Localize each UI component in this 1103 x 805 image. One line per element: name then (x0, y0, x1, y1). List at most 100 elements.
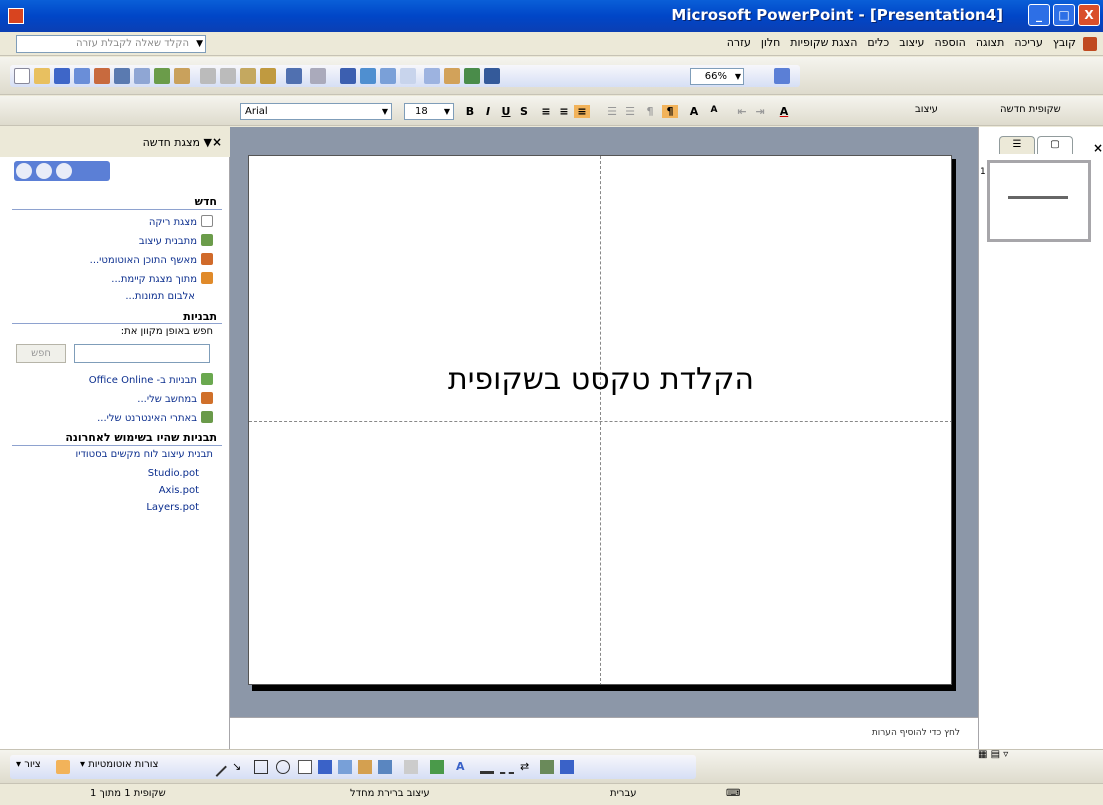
chevron-down-icon[interactable]: ▼ (444, 104, 450, 119)
rectangle-icon[interactable] (254, 760, 268, 774)
insert-hyperlink-icon[interactable] (400, 68, 416, 84)
autoshapes-button[interactable]: צורות אוטומטיות ▾ (80, 759, 158, 770)
menu-tools[interactable]: כלים (862, 35, 894, 50)
link-recent-layers[interactable]: Layers.pot (146, 502, 199, 513)
zoom-box[interactable]: 66% ▼ (690, 68, 744, 85)
template-search-input[interactable] (74, 344, 210, 363)
slide-thumbnail[interactable] (987, 160, 1091, 242)
research-icon[interactable] (174, 68, 190, 84)
copy-icon[interactable] (220, 68, 236, 84)
bold-icon[interactable]: B (462, 105, 478, 118)
wordart-icon[interactable] (318, 760, 332, 774)
forward-icon[interactable] (36, 163, 52, 179)
align-center-icon[interactable]: ≡ (556, 105, 572, 118)
link-recent-studio[interactable]: Studio.pot (148, 468, 199, 479)
decrease-font-icon[interactable]: A (706, 105, 722, 115)
maximize-button[interactable]: □ (1053, 4, 1075, 26)
show-formatting-icon[interactable] (444, 68, 460, 84)
menu-help[interactable]: עזרה (722, 35, 756, 50)
font-size-select[interactable]: 18 ▼ (404, 103, 454, 120)
increase-indent-icon[interactable]: ⇥ (752, 105, 768, 118)
open-icon[interactable] (34, 68, 50, 84)
undo-icon[interactable] (286, 68, 302, 84)
redo-icon[interactable] (310, 68, 326, 84)
menu-format[interactable]: עיצוב (894, 35, 929, 50)
cut-icon[interactable] (200, 68, 216, 84)
rtl-icon[interactable]: ¶ (662, 105, 678, 118)
slide-canvas[interactable]: הקלדת טקסט בשקופית (248, 155, 952, 685)
new-slide-button[interactable]: שקופית חדשה (1000, 104, 1061, 115)
back-icon[interactable] (16, 163, 32, 179)
menu-edit[interactable]: עריכה (1009, 35, 1048, 50)
ltr-icon[interactable]: ¶ (642, 105, 658, 118)
expand-all-icon[interactable] (424, 68, 440, 84)
shadow-icon[interactable]: S (516, 105, 532, 118)
underline-icon[interactable]: U (498, 105, 514, 118)
italic-icon[interactable]: I (480, 105, 496, 118)
textbox-icon[interactable] (298, 760, 312, 774)
close-button[interactable]: X (1078, 4, 1100, 26)
link-on-my-websites[interactable]: באתרי האינטרנט שלי... (97, 411, 213, 424)
search-button[interactable]: חפש (16, 344, 66, 363)
link-office-online[interactable]: תבניות ב- Office Online (89, 373, 213, 386)
decrease-indent-icon[interactable]: ⇤ (734, 105, 750, 118)
horizontal-guide[interactable] (249, 421, 951, 422)
link-recent-studio-desc[interactable]: תבנית עיצוב לוח מקשים בסטודיו (76, 449, 214, 460)
close-icon[interactable]: × (212, 135, 222, 149)
arrow-icon[interactable]: ↘ (232, 760, 246, 774)
chevron-down-icon[interactable]: ▼ (735, 69, 741, 84)
font-color-icon[interactable]: A (776, 105, 792, 118)
save-icon[interactable] (54, 68, 70, 84)
clipart-icon[interactable] (358, 760, 372, 774)
tab-outline[interactable]: ☰ (999, 136, 1035, 154)
tables-borders-icon[interactable] (380, 68, 396, 84)
slide-title-placeholder[interactable]: הקלדת טקסט בשקופית (249, 362, 951, 397)
home-icon[interactable] (56, 163, 72, 179)
normal-view-icon[interactable]: ▦ (978, 749, 987, 760)
link-recent-axis[interactable]: Axis.pot (159, 485, 199, 496)
chevron-down-icon[interactable]: ▼ (382, 104, 388, 119)
dash-style-icon[interactable] (500, 760, 514, 774)
spelling-icon[interactable] (154, 68, 170, 84)
bullets-icon[interactable]: ☰ (622, 105, 638, 118)
insert-chart-icon[interactable] (340, 68, 356, 84)
menu-file[interactable]: קובץ (1048, 35, 1081, 50)
arrow-style-icon[interactable]: ⇄ (520, 760, 534, 774)
link-photo-album[interactable]: אלבום תמונות... (125, 291, 195, 302)
diagram-icon[interactable] (338, 760, 352, 774)
align-right-icon[interactable]: ≡ (574, 105, 590, 118)
design-button[interactable]: עיצוב (915, 104, 938, 115)
task-pane-title[interactable]: ▼ מצגת חדשה (143, 136, 212, 149)
print-preview-icon[interactable] (134, 68, 150, 84)
help-question-box[interactable]: הקלד שאלה לקבלת עזרה ▼ (16, 35, 206, 53)
close-icon[interactable]: × (1093, 141, 1103, 155)
line-style-icon[interactable] (480, 760, 494, 774)
draw-menu-button[interactable]: ציור ▾ (16, 759, 41, 770)
3d-style-icon[interactable] (560, 760, 574, 774)
picture-icon[interactable] (378, 760, 392, 774)
numbering-icon[interactable]: ☰ (604, 105, 620, 118)
line-color-icon[interactable] (430, 760, 444, 774)
align-left-icon[interactable]: ≡ (538, 105, 554, 118)
format-painter-icon[interactable] (260, 68, 276, 84)
select-objects-icon[interactable] (56, 760, 70, 774)
slide-sorter-icon[interactable]: ▤ (991, 749, 1000, 760)
link-autocontent-wizard[interactable]: מאשף התוכן האוטומטי... (90, 253, 213, 266)
link-on-my-computer[interactable]: במחשב שלי... (137, 392, 213, 405)
document-icon[interactable] (1083, 37, 1097, 51)
menu-window[interactable]: חלון (756, 35, 785, 50)
font-color-icon[interactable]: A (456, 760, 470, 774)
line-icon[interactable] (207, 757, 227, 777)
powerpoint-app-icon[interactable] (8, 8, 24, 24)
minimize-button[interactable]: _ (1028, 4, 1050, 26)
email-icon[interactable] (94, 68, 110, 84)
permission-icon[interactable] (74, 68, 90, 84)
color-grayscale-icon[interactable] (484, 68, 500, 84)
menu-insert[interactable]: הוספה (929, 35, 970, 50)
notes-pane[interactable]: לחץ כדי להוסיף הערות (230, 717, 978, 749)
menu-slideshow[interactable]: הצגת שקופיות (785, 35, 862, 50)
increase-font-icon[interactable]: A (686, 105, 702, 118)
oval-icon[interactable] (276, 760, 290, 774)
paste-icon[interactable] (240, 68, 256, 84)
tab-slides[interactable]: ▢ (1037, 136, 1073, 154)
